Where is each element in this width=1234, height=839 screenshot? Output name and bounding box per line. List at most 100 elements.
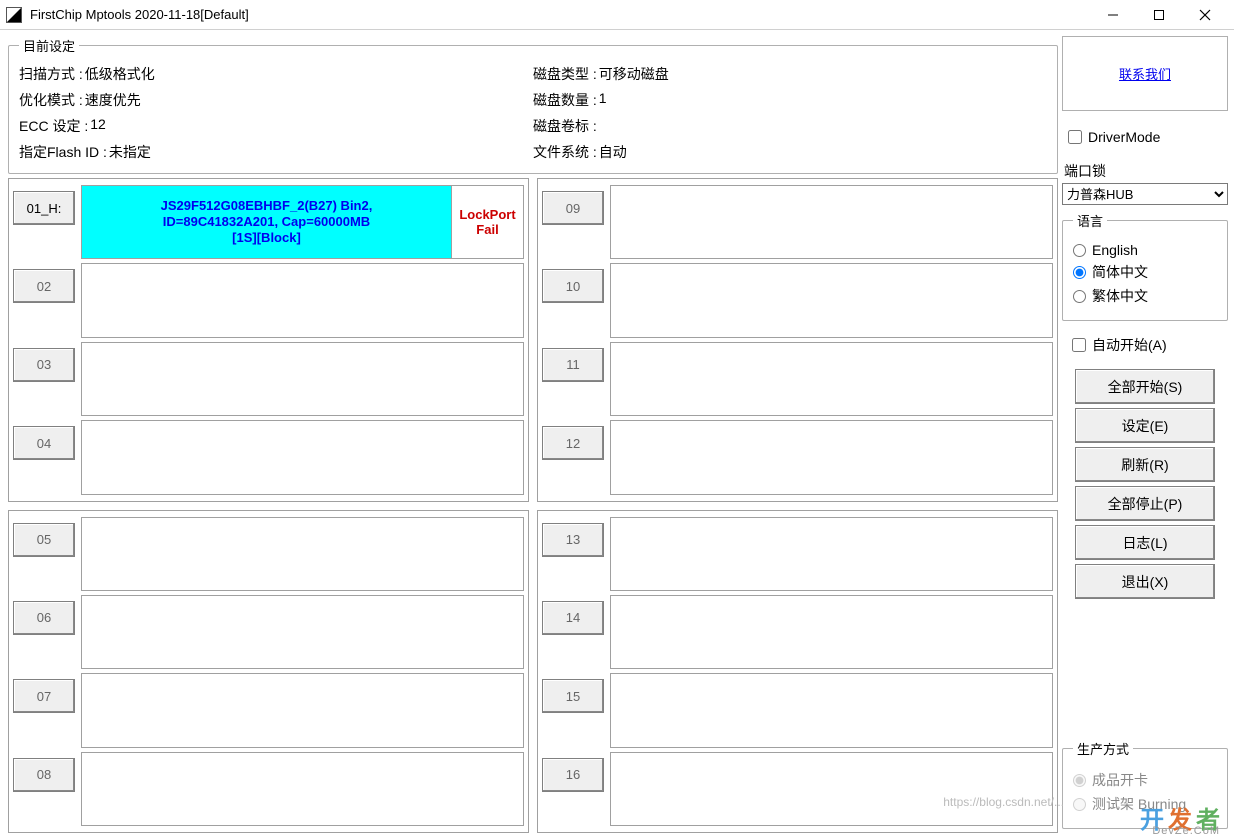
slot-body <box>81 595 524 669</box>
slot-row: 16 <box>542 752 1053 826</box>
language-radio[interactable] <box>1073 266 1086 279</box>
slot-button-07[interactable]: 07 <box>13 679 75 713</box>
slot-row: 06 <box>13 595 524 669</box>
auto-start-checkbox[interactable] <box>1072 338 1086 352</box>
contact-box: 联系我们 <box>1062 36 1228 111</box>
production-option-label: 测试架 Burning <box>1092 794 1186 814</box>
slot-button-02[interactable]: 02 <box>13 269 75 303</box>
settings-row: 优化模式 : 速度优先 <box>19 87 533 113</box>
slot-body <box>610 263 1053 337</box>
port-lock-select[interactable]: 力普森HUB <box>1062 183 1228 205</box>
slot-body: JS29F512G08EBHBF_2(B27) Bin2,ID=89C41832… <box>81 185 524 259</box>
slot-info: JS29F512G08EBHBF_2(B27) Bin2,ID=89C41832… <box>82 186 451 258</box>
language-radio[interactable] <box>1073 290 1086 303</box>
settings-key: 磁盘数量 : <box>533 90 597 110</box>
settings-row: 磁盘数量 : 1 <box>533 87 1047 113</box>
production-radio <box>1073 798 1086 811</box>
port-lock-label: 端口锁 <box>1064 161 1228 181</box>
slot-row: 07 <box>13 673 524 747</box>
slot-button-13[interactable]: 13 <box>542 523 604 557</box>
app-icon <box>6 7 22 23</box>
settings-value: 未指定 <box>109 142 151 162</box>
slot-body <box>610 752 1053 826</box>
slot-button-06[interactable]: 06 <box>13 601 75 635</box>
slot-row: 03 <box>13 342 524 416</box>
slot-row: 10 <box>542 263 1053 337</box>
language-option-label: 简体中文 <box>1092 262 1148 282</box>
settings-key: ECC 设定 : <box>19 116 88 136</box>
slot-row: 15 <box>542 673 1053 747</box>
slot-panel-4: 13 14 15 16 <box>537 510 1058 834</box>
settings-key: 扫描方式 : <box>19 64 83 84</box>
slot-body <box>81 673 524 747</box>
settings-row: ECC 设定 : 12 <box>19 113 533 139</box>
slot-body <box>610 342 1053 416</box>
settings-key: 磁盘卷标 : <box>533 116 597 136</box>
slot-button-08[interactable]: 08 <box>13 758 75 792</box>
slot-body <box>610 517 1053 591</box>
side-button[interactable]: 退出(X) <box>1075 564 1215 599</box>
slot-row: 05 <box>13 517 524 591</box>
production-option-label: 成品开卡 <box>1092 770 1148 790</box>
slot-row: 11 <box>542 342 1053 416</box>
slot-row: 13 <box>542 517 1053 591</box>
slot-body <box>81 342 524 416</box>
slot-button-11[interactable]: 11 <box>542 348 604 382</box>
slot-body <box>81 752 524 826</box>
slot-row: 12 <box>542 420 1053 494</box>
maximize-button[interactable] <box>1136 0 1182 30</box>
settings-key: 文件系统 : <box>533 142 597 162</box>
slot-button-05[interactable]: 05 <box>13 523 75 557</box>
language-radio[interactable] <box>1073 244 1086 257</box>
close-button[interactable] <box>1182 0 1228 30</box>
minimize-button[interactable] <box>1090 0 1136 30</box>
side-button[interactable]: 全部停止(P) <box>1075 486 1215 521</box>
settings-value: 速度优先 <box>85 90 141 110</box>
slot-panel-1: 01_H:JS29F512G08EBHBF_2(B27) Bin2,ID=89C… <box>8 178 529 502</box>
settings-row: 磁盘卷标 : <box>533 113 1047 139</box>
side-button[interactable]: 设定(E) <box>1075 408 1215 443</box>
slot-row: 09 <box>542 185 1053 259</box>
slot-body <box>81 420 524 494</box>
side-button[interactable]: 刷新(R) <box>1075 447 1215 482</box>
slot-row: 01_H:JS29F512G08EBHBF_2(B27) Bin2,ID=89C… <box>13 185 524 259</box>
slot-body <box>610 185 1053 259</box>
production-radio <box>1073 774 1086 787</box>
slot-row: 02 <box>13 263 524 337</box>
settings-row: 文件系统 : 自动 <box>533 139 1047 165</box>
settings-legend: 目前设定 <box>19 36 79 55</box>
slot-button-12[interactable]: 12 <box>542 426 604 460</box>
settings-group: 目前设定 扫描方式 : 低级格式化优化模式 : 速度优先ECC 设定 : 12 指… <box>8 36 1058 174</box>
slot-panel-3: 09 10 11 12 <box>537 178 1058 502</box>
slot-button-16[interactable]: 16 <box>542 758 604 792</box>
settings-row: 扫描方式 : 低级格式化 <box>19 61 533 87</box>
slot-body <box>81 263 524 337</box>
language-option-label: 繁体中文 <box>1092 286 1148 306</box>
slot-button-01_H:[interactable]: 01_H: <box>13 191 75 225</box>
slot-button-14[interactable]: 14 <box>542 601 604 635</box>
slot-button-03[interactable]: 03 <box>13 348 75 382</box>
slot-body <box>610 673 1053 747</box>
language-group: 语言 English简体中文繁体中文 <box>1062 211 1228 321</box>
slot-body <box>610 595 1053 669</box>
driver-mode-label: DriverMode <box>1088 129 1160 145</box>
language-legend: 语言 <box>1073 211 1107 230</box>
production-group: 生产方式 成品开卡测试架 Burning <box>1062 739 1228 829</box>
settings-value: 自动 <box>599 142 627 162</box>
slot-button-10[interactable]: 10 <box>542 269 604 303</box>
slot-button-15[interactable]: 15 <box>542 679 604 713</box>
slot-button-09[interactable]: 09 <box>542 191 604 225</box>
driver-mode-checkbox[interactable] <box>1068 130 1082 144</box>
settings-key: 指定Flash ID : <box>19 142 107 162</box>
production-legend: 生产方式 <box>1073 739 1133 758</box>
contact-link[interactable]: 联系我们 <box>1119 64 1171 83</box>
slot-panel-2: 05 06 07 08 <box>8 510 529 834</box>
titlebar: FirstChip Mptools 2020-11-18[Default] <box>0 0 1234 30</box>
auto-start-label: 自动开始(A) <box>1092 335 1167 355</box>
slot-status: LockPortFail <box>451 186 523 258</box>
side-button[interactable]: 全部开始(S) <box>1075 369 1215 404</box>
slot-button-04[interactable]: 04 <box>13 426 75 460</box>
window-title: FirstChip Mptools 2020-11-18[Default] <box>30 7 1090 22</box>
settings-value: 可移动磁盘 <box>599 64 669 84</box>
side-button[interactable]: 日志(L) <box>1075 525 1215 560</box>
